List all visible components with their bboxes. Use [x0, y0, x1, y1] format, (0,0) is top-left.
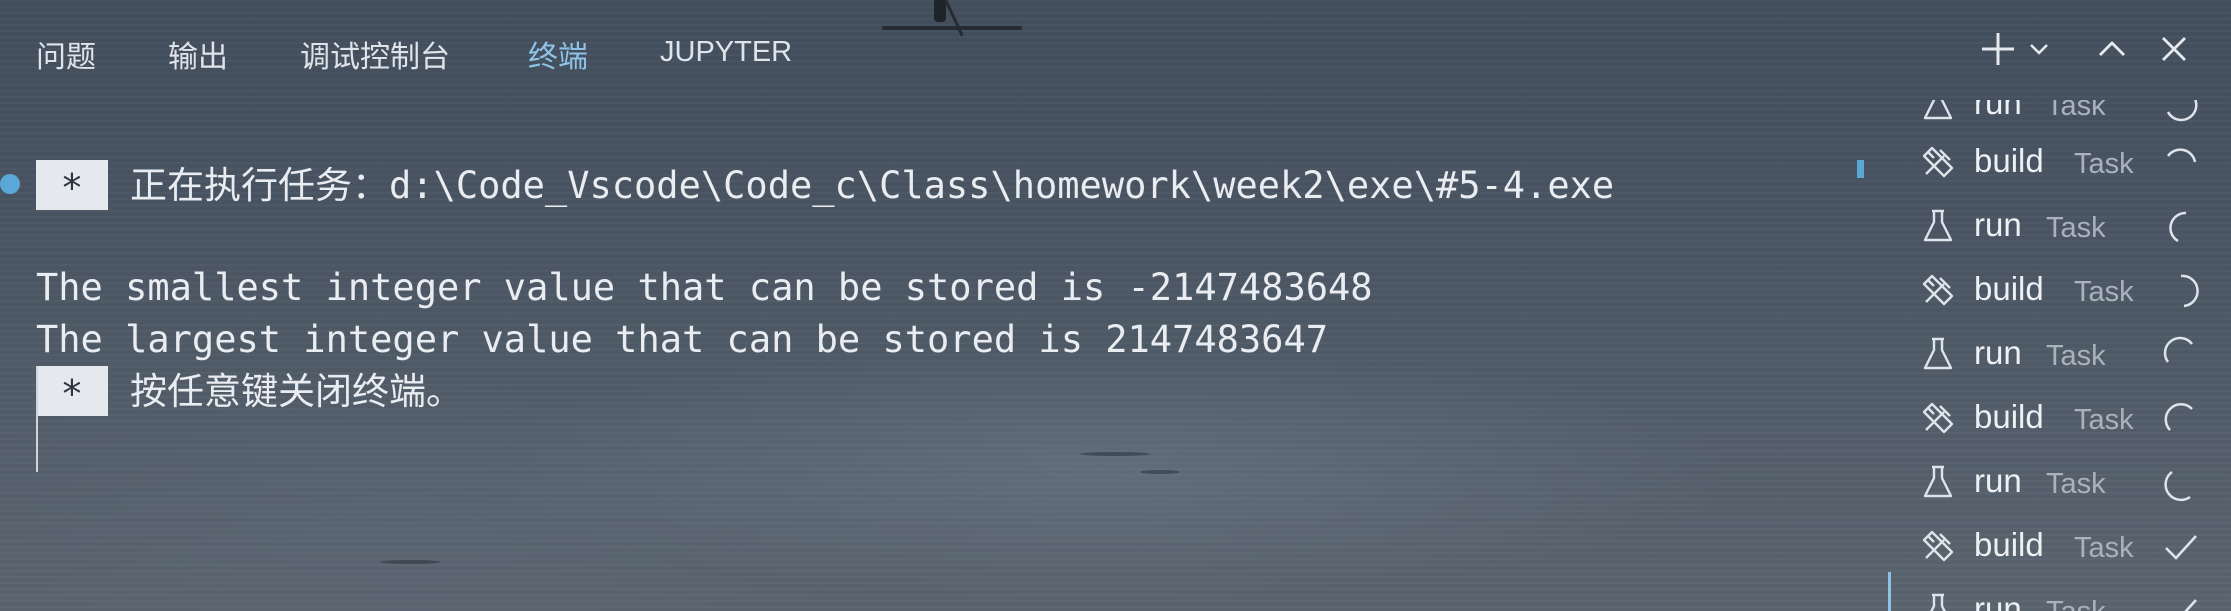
tools-icon: [1922, 402, 1954, 434]
task-item-build[interactable]: build Task: [1888, 384, 2231, 448]
tab-problems[interactable]: 问题: [36, 32, 96, 76]
tab-jupyter[interactable]: JUPYTER: [660, 36, 792, 69]
task-kind: Task: [2046, 100, 2106, 122]
task-kind: Task: [2074, 532, 2134, 564]
task-name: build: [1974, 526, 2044, 563]
beaker-icon: [1923, 100, 1953, 120]
task-name: build: [1974, 398, 2044, 435]
task-item-build[interactable]: build Task: [1888, 512, 2231, 576]
output-line: The largest integer value that can be st…: [36, 318, 1329, 361]
new-terminal-button[interactable]: [1976, 24, 2020, 74]
maximize-panel-button[interactable]: [2090, 24, 2134, 74]
terminal-cursor: [36, 366, 38, 472]
tools-icon: [1922, 274, 1954, 306]
running-path: d:\Code_Vscode\Code_c\Class\homework\wee…: [389, 164, 1615, 207]
task-kind: Task: [2074, 148, 2134, 180]
close-panel-button[interactable]: [2152, 24, 2196, 74]
terminal-dropdown-button[interactable]: [2024, 24, 2054, 74]
task-item-run[interactable]: run Task: [1888, 572, 2231, 611]
beaker-icon: [1923, 337, 1953, 370]
check-icon: [2184, 599, 2197, 611]
task-item-build[interactable]: build Task: [1888, 128, 2231, 192]
spinner-icon: [2163, 336, 2193, 363]
command-decoration-dot-icon[interactable]: [0, 174, 20, 194]
chevron-down-icon: [2030, 44, 2048, 55]
task-name: run: [1974, 206, 2022, 243]
tools-icon: [1922, 146, 1954, 178]
beaker-icon: [1930, 593, 1946, 611]
task-marker: *: [36, 160, 108, 210]
tools-icon: [1922, 530, 1954, 562]
task-item-run[interactable]: run Task: [1888, 320, 2231, 384]
task-name: run: [1974, 590, 2022, 611]
task-name: run: [1974, 334, 2022, 371]
task-kind: Task: [2074, 276, 2134, 308]
spinner-icon: [2164, 403, 2193, 431]
check-icon: [2165, 535, 2197, 560]
task-name: build: [1974, 270, 2044, 307]
task-kind: Task: [2046, 212, 2106, 244]
task-item-run[interactable]: run Task: [1888, 448, 2231, 512]
task-name: run: [1974, 100, 2022, 121]
task-kind: Task: [2046, 596, 2106, 611]
task-item-run[interactable]: run Task: [1888, 192, 2231, 256]
terminal-view[interactable]: * 正在执行任务：d:\Code_Vscode\Code_c\Class\hom…: [0, 104, 1880, 611]
task-kind: Task: [2046, 468, 2106, 500]
chevron-up-icon: [2099, 41, 2125, 56]
close-message: 按任意键关闭终端。: [130, 370, 463, 413]
task-name: run: [1974, 462, 2022, 499]
beaker-icon: [1923, 465, 1953, 498]
close-icon: [2162, 37, 2186, 61]
panel-tab-bar: 问题 输出 调试控制台 终端 JUPYTER: [0, 0, 2231, 104]
tab-terminal[interactable]: 终端: [528, 32, 588, 76]
output-line: The smallest integer value that can be s…: [36, 266, 1373, 309]
task-marker: *: [36, 366, 108, 416]
running-task-line: 正在执行任务：d:\Code_Vscode\Code_c\Class\homew…: [130, 160, 1614, 212]
task-kind: Task: [2074, 404, 2134, 436]
spinner-icon: [2166, 148, 2197, 163]
running-message: 正在执行任务：: [130, 164, 389, 207]
task-kind: Task: [2046, 340, 2106, 372]
spinner-icon: [2166, 100, 2198, 122]
spinner-icon: [2164, 470, 2191, 502]
task-item-build[interactable]: build Task: [1888, 256, 2231, 320]
beaker-icon: [1923, 209, 1953, 242]
terminal-task-list: run Task build Task run Task build Task …: [1888, 100, 2231, 611]
scrollbar-marker[interactable]: [1857, 160, 1864, 178]
task-name: build: [1974, 142, 2044, 179]
plus-icon: [1982, 33, 2014, 65]
tab-output[interactable]: 输出: [168, 32, 228, 76]
spinner-icon: [2169, 211, 2187, 243]
tab-debug-console[interactable]: 调试控制台: [300, 32, 450, 76]
spinner-icon: [2180, 274, 2199, 308]
